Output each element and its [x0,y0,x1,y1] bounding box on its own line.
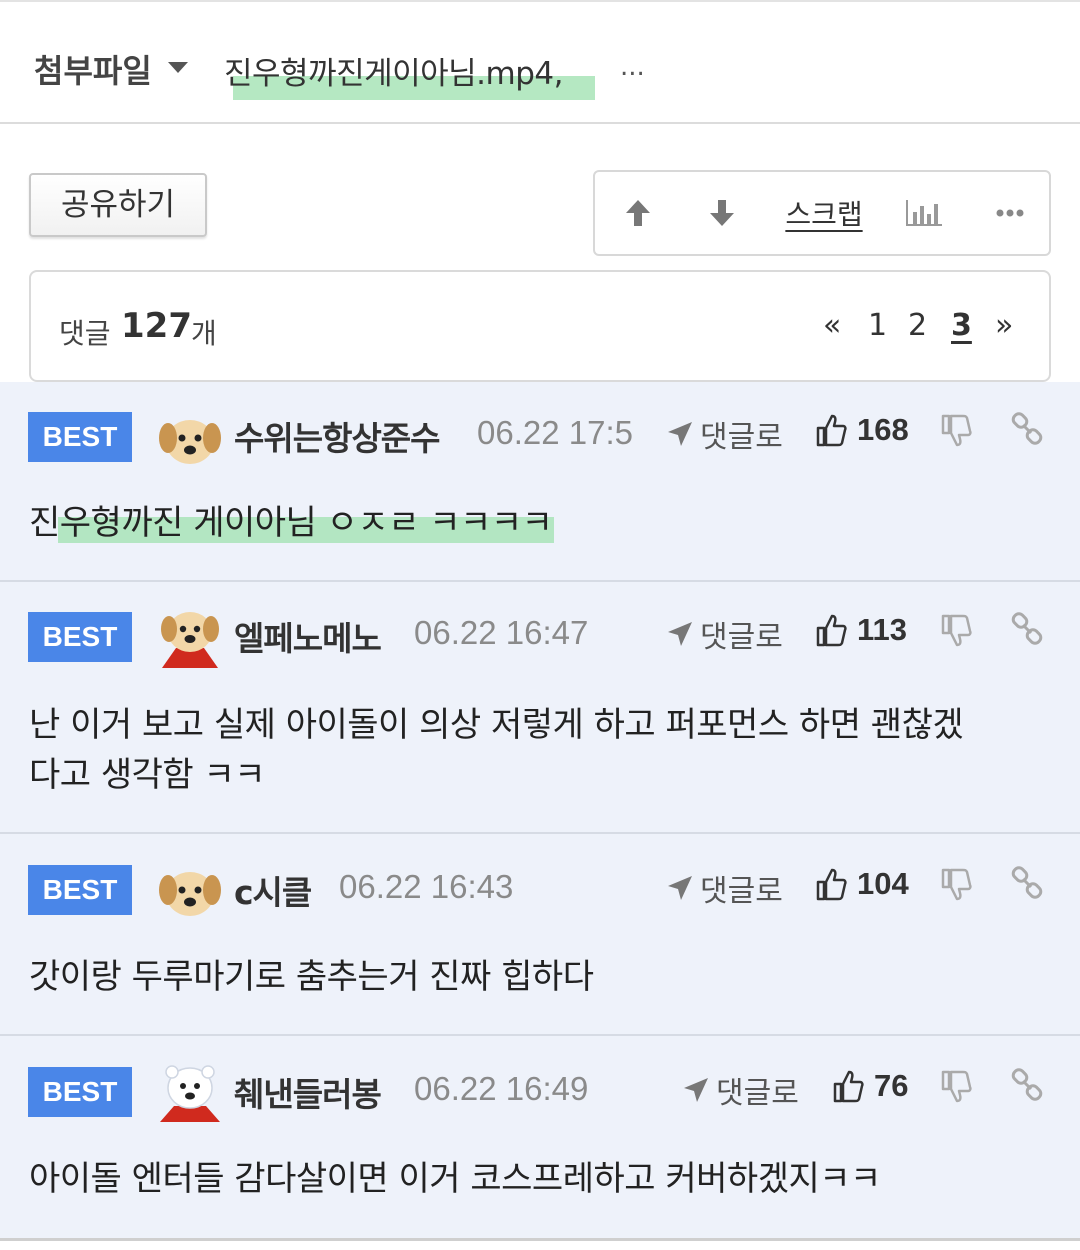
comment-item: BEST 수위는항상준수 06.22 17:5 댓글로 168 진우형까진 게이… [0,382,1080,582]
reply-button[interactable]: 댓글로 [666,412,783,456]
comment-text: 아이돌 엔터들 감다살이면 이거 코스프레하고 커버하겠지ㅋㅋ [29,1159,881,1199]
caret-down-icon[interactable] [168,62,188,73]
comment-item: BEST 췌낸들러봉 06.22 16:49 댓글로 76 아이돌 엔터들 감다… [0,1036,1080,1238]
reply-button[interactable]: 댓글로 [682,1068,799,1112]
like-button[interactable]: 76 [832,1068,908,1104]
link-icon[interactable] [1010,1068,1044,1102]
comment-text-line: 다고 생각함 ㅋㅋ [29,755,266,795]
pager-last[interactable]: » [995,308,1013,343]
thumbs-down-icon[interactable] [940,868,972,902]
reply-button[interactable]: 댓글로 [666,612,783,656]
comment-text: 진우형까진 게이아님 ㅇㅈㄹ ㅋㅋㅋㅋ [29,503,553,543]
arrow-up-icon[interactable] [613,172,663,254]
best-badge: BEST [28,865,132,915]
attachment-file-link[interactable]: 진우형까진게이아님.mp4, [224,48,564,93]
comments-unit: 개 [191,317,217,350]
comment-nickname[interactable]: c시클 [234,866,312,914]
scrap-label: 스크랩 [785,198,863,231]
comment-item: BEST 엘페노메노 06.22 16:47 댓글로 113 난 이거 보고 실… [0,582,1080,834]
comment-text-line: 난 이거 보고 실제 아이돌이 의상 저렇게 하고 퍼포먼스 하면 괜찮겠 [29,705,964,745]
like-count: 168 [857,412,909,447]
puppy-cape-avatar-icon[interactable] [156,602,224,670]
send-arrow-icon [668,876,692,900]
comment-nickname[interactable]: 엘페노메노 [234,612,382,660]
thumbs-up-icon [816,868,847,901]
comment-time: 06.22 16:49 [414,1070,589,1107]
post-action-bar: 스크랩 [593,170,1051,256]
puppy-avatar-icon[interactable] [156,404,224,472]
best-badge: BEST [28,612,132,662]
comment-item: BEST c시클 06.22 16:43 댓글로 104 갓이랑 두루마기로 춤… [0,834,1080,1036]
comment-nickname[interactable]: 췌낸들러봉 [234,1068,382,1116]
reply-label: 댓글로 [700,874,783,909]
comments-header: 댓글 127 개 « 1 2 3 » [29,270,1051,382]
comments-label: 댓글 [59,317,111,350]
reply-button[interactable]: 댓글로 [666,866,783,910]
like-button[interactable]: 113 [815,612,907,648]
send-arrow-icon [684,1078,708,1102]
thumbs-down-icon[interactable] [940,614,972,648]
polar-bear-avatar-icon[interactable] [156,1056,224,1124]
pager-page-3-current[interactable]: 3 [951,308,972,343]
divider [0,1238,1080,1250]
best-badge: BEST [28,1067,132,1117]
best-badge: BEST [28,412,132,462]
send-arrow-icon [668,622,692,646]
comment-nickname[interactable]: 수위는항상준수 [234,412,441,460]
link-icon[interactable] [1010,866,1044,900]
attachment-label[interactable]: 첨부파일 [34,46,152,92]
pager-page-1[interactable]: 1 [868,308,887,343]
comment-time: 06.22 17:5 [477,414,633,451]
like-button[interactable]: 168 [815,412,909,448]
like-button[interactable]: 104 [815,866,909,902]
scrap-button[interactable]: 스크랩 [779,172,869,254]
thumbs-up-icon [816,414,847,447]
comments-count: 127 [121,306,192,346]
thumbs-down-icon[interactable] [940,414,972,448]
arrow-down-icon[interactable] [697,172,747,254]
more-dots-icon[interactable] [985,172,1035,254]
thumbs-up-icon [833,1070,864,1103]
bar-chart-icon[interactable] [899,172,949,254]
like-count: 113 [857,612,908,647]
reply-label: 댓글로 [700,620,783,655]
thumbs-down-icon[interactable] [940,1070,972,1104]
thumbs-up-icon [816,614,847,647]
share-button[interactable]: 공유하기 [29,173,207,237]
comment-time: 06.22 16:43 [339,868,514,905]
pager-page-2[interactable]: 2 [908,308,927,343]
reply-label: 댓글로 [716,1076,799,1111]
puppy-avatar-icon[interactable] [156,856,224,924]
attachment-more[interactable]: ... [620,52,645,82]
like-count: 104 [857,866,909,901]
reply-label: 댓글로 [700,420,783,455]
attachment-bar: 첨부파일 진우형까진게이아님.mp4, ... [0,0,1080,124]
send-arrow-icon [668,422,692,446]
link-icon[interactable] [1010,412,1044,446]
pager-first[interactable]: « [823,308,841,343]
link-icon[interactable] [1010,612,1044,646]
like-count: 76 [874,1068,909,1103]
comment-time: 06.22 16:47 [414,614,589,651]
comment-text: 갓이랑 두루마기로 춤추는거 진짜 힙하다 [29,957,594,997]
